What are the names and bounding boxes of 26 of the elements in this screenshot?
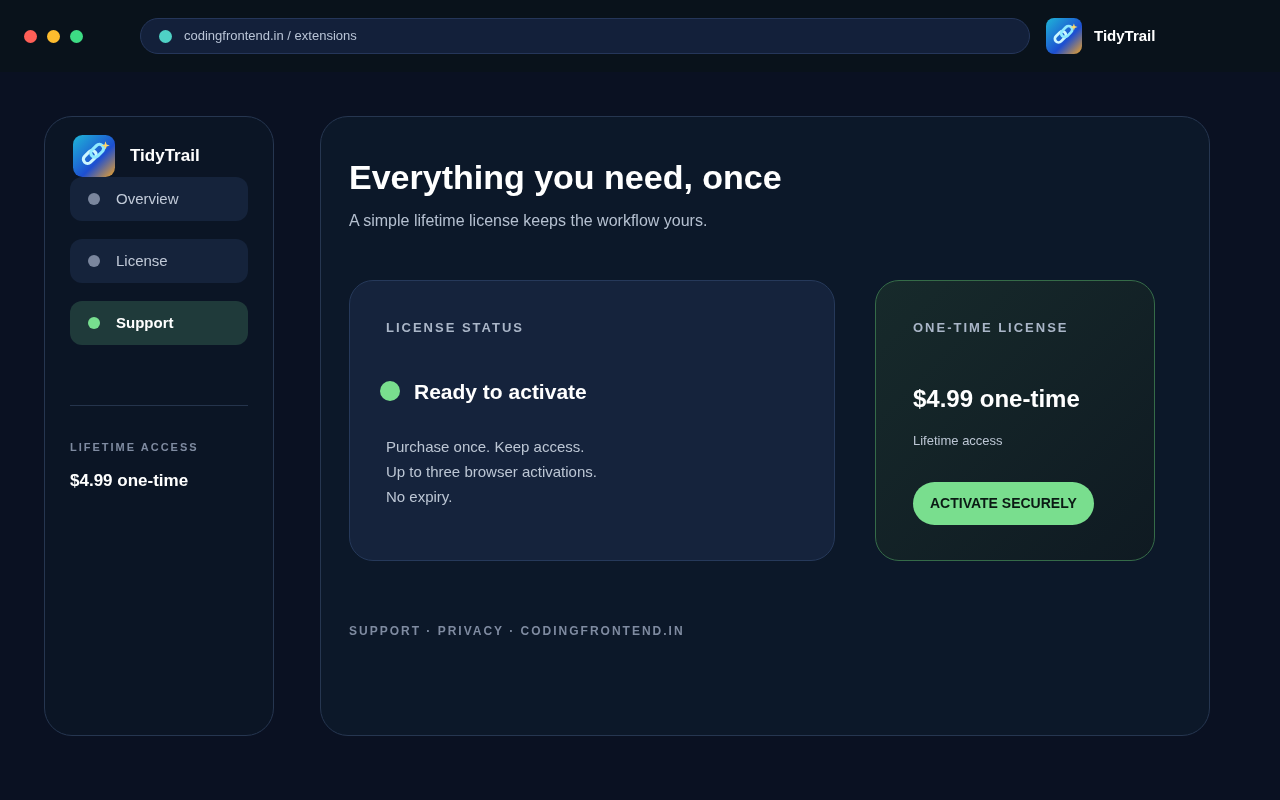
app-name: TidyTrail: [1094, 25, 1156, 46]
sidebar-app-name: TidyTrail: [130, 145, 200, 168]
footer-links: SUPPORT · PRIVACY · CODINGFRONTEND.IN: [349, 623, 686, 640]
maximize-window-icon[interactable]: [70, 29, 83, 43]
close-window-icon[interactable]: [24, 29, 37, 43]
address-text: codingfrontend.in / extensions: [184, 27, 357, 46]
price-text: $4.99 one-time: [913, 383, 1081, 414]
nav-item[interactable]: Support: [70, 301, 248, 345]
page-title: Everything you need, once: [349, 157, 783, 197]
summary-label: LIFETIME ACCESS: [70, 440, 200, 455]
card-label: LICENSE STATUS: [386, 319, 526, 337]
app-logo-icon: [73, 135, 115, 177]
summary-value: $4.99 one-time: [70, 469, 190, 492]
status-detail: Purchase once. Keep access.: [386, 437, 586, 456]
status-text: Ready to activate: [414, 378, 587, 405]
minimize-window-icon[interactable]: [47, 29, 60, 43]
status-detail: No expiry.: [386, 487, 454, 506]
price-note: Lifetime access: [913, 431, 1004, 450]
address-bar[interactable]: codingfrontend.in / extensions: [140, 18, 1030, 54]
nav-item[interactable]: Overview: [70, 177, 248, 221]
nav-item[interactable]: License: [70, 239, 248, 283]
status-detail: Up to three browser activations.: [386, 462, 598, 481]
page-subtitle: A simple lifetime license keeps the workflow yours.: [349, 211, 709, 231]
activate-button[interactable]: ACTIVATE SECURELY: [913, 482, 1094, 525]
card-label: ONE-TIME LICENSE: [913, 319, 1070, 337]
app-logo-icon: [1046, 18, 1082, 54]
